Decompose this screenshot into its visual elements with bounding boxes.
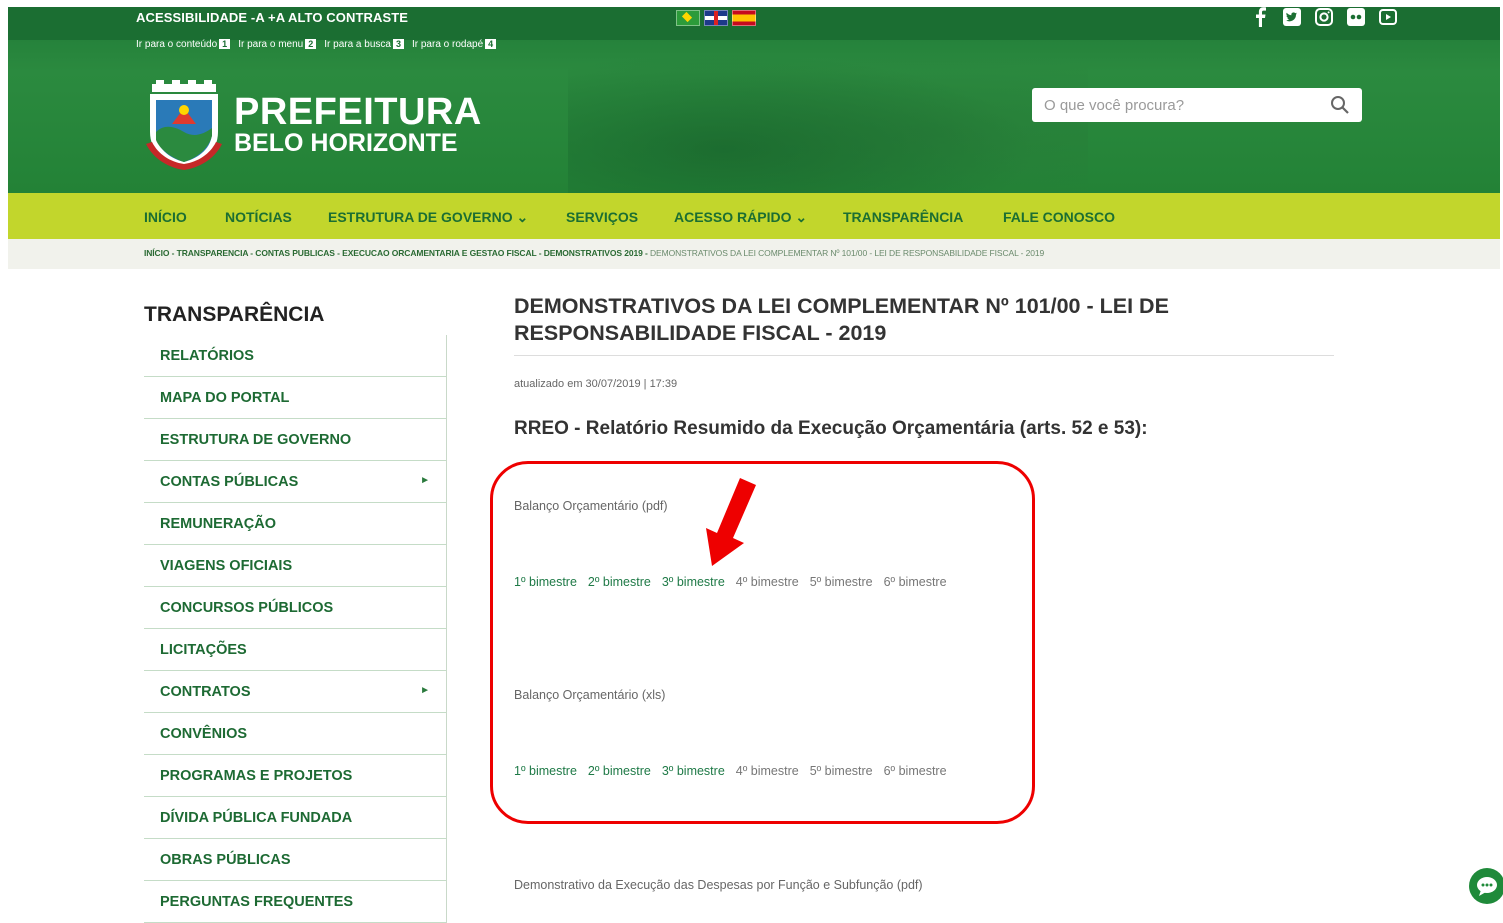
section-label-despesas: Demonstrativo da Execução das Despesas p… xyxy=(514,878,923,892)
nav-noticias[interactable]: NOTÍCIAS xyxy=(225,209,292,225)
search-box xyxy=(1032,88,1362,122)
twitter-icon[interactable] xyxy=(1282,7,1302,27)
breadcrumb-path[interactable]: INÍCIO - TRANSPARENCIA - CONTAS PUBLICAS… xyxy=(144,248,650,258)
nav-inicio[interactable]: INÍCIO xyxy=(144,209,187,225)
sidebar-item-convenios[interactable]: CONVÊNIOS xyxy=(144,713,446,755)
instagram-icon[interactable] xyxy=(1314,7,1334,27)
search-input[interactable] xyxy=(1042,95,1316,115)
nav-fale-conosco[interactable]: FALE CONOSCO xyxy=(1003,209,1115,225)
search-icon[interactable] xyxy=(1330,95,1350,120)
chat-bubble-icon[interactable] xyxy=(1469,868,1503,904)
annotation-highlight-box xyxy=(490,461,1035,824)
title-divider xyxy=(514,355,1334,356)
language-flags xyxy=(676,10,756,26)
skip-link-menu[interactable]: Ir para o menu 2 xyxy=(238,39,320,50)
coat-of-arms-icon xyxy=(144,80,224,170)
sidebar-item-estrutura-de-governo[interactable]: ESTRUTURA DE GOVERNO xyxy=(144,419,446,461)
sidebar-item-programas-e-projetos[interactable]: PROGRAMAS E PROJETOS xyxy=(144,755,446,797)
skip-link-search[interactable]: Ir para a busca 3 xyxy=(324,39,408,50)
nav-servicos[interactable]: SERVIÇOS xyxy=(566,209,638,225)
flickr-icon[interactable] xyxy=(1346,7,1366,27)
brazil-flag-icon[interactable] xyxy=(676,10,700,26)
sidebar-item-relatorios[interactable]: RELATÓRIOS xyxy=(144,335,446,377)
social-links xyxy=(1250,7,1398,27)
sidebar-item-licitacoes[interactable]: LICITAÇÕES xyxy=(144,629,446,671)
sidebar-item-concursos-publicos[interactable]: CONCURSOS PÚBLICOS xyxy=(144,587,446,629)
site-logo[interactable]: PREFEITURA BELO HORIZONTE xyxy=(144,80,482,170)
expand-arrow-icon[interactable]: ► xyxy=(420,685,430,696)
nav-acesso-rapido[interactable]: ACESSO RÁPIDO ⌄ xyxy=(674,209,807,226)
annotation-arrow-icon xyxy=(706,478,756,566)
logo-subtitle: BELO HORIZONTE xyxy=(234,129,458,157)
skip-link-footer[interactable]: Ir para o rodapé 4 xyxy=(412,39,500,50)
sidebar-item-contratos[interactable]: CONTRATOS ► xyxy=(144,671,446,713)
sidebar-menu: RELATÓRIOS MAPA DO PORTAL ESTRUTURA DE G… xyxy=(144,335,447,923)
header-background-image xyxy=(568,37,1088,193)
youtube-icon[interactable] xyxy=(1378,7,1398,27)
section-subtitle: RREO - Relatório Resumido da Execução Or… xyxy=(514,418,1148,439)
sidebar-title: TRANSPARÊNCIA xyxy=(144,303,325,326)
sidebar-item-obras-publicas[interactable]: OBRAS PÚBLICAS xyxy=(144,839,446,881)
nav-transparencia[interactable]: TRANSPARÊNCIA xyxy=(843,209,963,225)
skip-link-content[interactable]: Ir para o conteúdo 1 xyxy=(136,39,234,50)
sidebar-item-divida-publica-fundada[interactable]: DÍVIDA PÚBLICA FUNDADA xyxy=(144,797,446,839)
sidebar-item-mapa-do-portal[interactable]: MAPA DO PORTAL xyxy=(144,377,446,419)
uk-flag-icon[interactable] xyxy=(704,10,728,26)
main-nav: INÍCIO NOTÍCIAS ESTRUTURA DE GOVERNO ⌄ S… xyxy=(8,193,1500,239)
facebook-icon[interactable] xyxy=(1250,7,1270,27)
expand-arrow-icon[interactable]: ► xyxy=(420,475,430,486)
sidebar-item-perguntas-frequentes[interactable]: PERGUNTAS FREQUENTES xyxy=(144,881,446,923)
skip-links: Ir para o conteúdo 1 Ir para o menu 2 Ir p… xyxy=(136,39,500,50)
breadcrumb: INÍCIO - TRANSPARENCIA - CONTAS PUBLICAS… xyxy=(8,239,1500,269)
sidebar-item-remuneracao[interactable]: REMUNERAÇÃO xyxy=(144,503,446,545)
sidebar-item-contas-publicas[interactable]: CONTAS PÚBLICAS ► xyxy=(144,461,446,503)
nav-estrutura-de-governo[interactable]: ESTRUTURA DE GOVERNO ⌄ xyxy=(328,209,528,226)
breadcrumb-current: DEMONSTRATIVOS DA LEI COMPLEMENTAR Nº 10… xyxy=(649,248,1045,258)
spain-flag-icon[interactable] xyxy=(732,10,756,26)
logo-title: PREFEITURA xyxy=(234,91,482,133)
sidebar-item-viagens-oficiais[interactable]: VIAGENS OFICIAIS xyxy=(144,545,446,587)
page-title: DEMONSTRATIVOS DA LEI COMPLEMENTAR Nº 10… xyxy=(514,294,1169,345)
accessibility-bar[interactable]: ACESSIBILIDADE -A +A ALTO CONTRASTE xyxy=(136,10,408,25)
updated-timestamp: atualizado em 30/07/2019 | 17:39 xyxy=(514,378,678,390)
